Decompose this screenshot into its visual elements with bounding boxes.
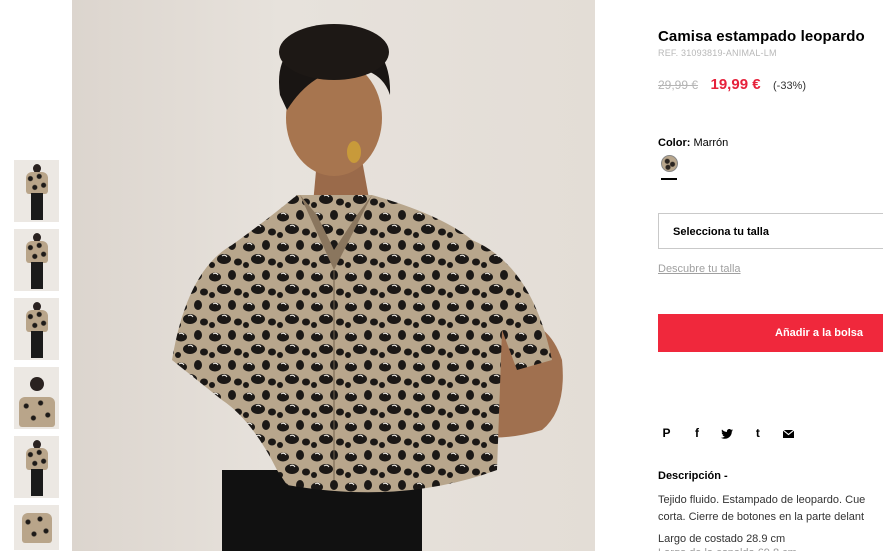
thumbnail-2[interactable] [14, 229, 59, 291]
description-line-1: Tejido fluido. Estampado de leopardo. Cu… [658, 494, 866, 506]
twitter-icon[interactable] [721, 426, 734, 440]
email-icon[interactable] [782, 426, 795, 440]
size-select-label: Selecciona tu talla [673, 226, 769, 238]
product-main-image[interactable] [72, 0, 595, 551]
color-label: Color: [658, 137, 691, 149]
description-title[interactable]: Descripción - [658, 470, 728, 482]
color-label-row: Color: Marrón [658, 137, 728, 149]
tumblr-icon[interactable]: t [751, 426, 764, 440]
model-illustration [172, 24, 563, 551]
measure-back-length: Largo de la espalda 69.8 cm [658, 547, 797, 551]
thumbnail-gallery [14, 160, 59, 557]
sale-price: 19,99 € [710, 76, 761, 93]
price-row: 29,99 € 19,99 € (-33%) [658, 76, 806, 94]
share-bar: P f t [660, 424, 808, 442]
description-line-2: corta. Cierre de botones en la parte del… [658, 511, 865, 523]
add-to-bag-label: Añadir a la bolsa [775, 327, 864, 339]
product-title: Camisa estampado leopardo [658, 28, 865, 45]
original-price: 29,99 € [658, 78, 699, 92]
thumbnail-6[interactable] [14, 505, 59, 550]
facebook-icon[interactable]: f [690, 426, 703, 440]
add-to-bag-button[interactable]: Añadir a la bolsa [658, 314, 883, 352]
color-swatch-brown[interactable] [661, 155, 678, 172]
discount-badge: (-33%) [773, 80, 807, 92]
pinterest-icon[interactable]: P [660, 426, 673, 440]
swatch-selected-indicator [661, 178, 677, 180]
thumbnail-4[interactable] [14, 367, 59, 429]
thumbnail-1[interactable] [14, 160, 59, 222]
color-value: Marrón [693, 137, 729, 149]
product-reference: REF. 31093819-ANIMAL-LM [658, 48, 777, 58]
thumbnail-3[interactable] [14, 298, 59, 360]
size-select[interactable]: Selecciona tu talla [658, 213, 883, 249]
size-guide-link[interactable]: Descubre tu talla [658, 263, 741, 275]
measure-side-length: Largo de costado 28.9 cm [658, 533, 786, 545]
description-text: Tejido fluido. Estampado de leopardo. Cu… [658, 492, 883, 526]
thumbnail-5[interactable] [14, 436, 59, 498]
